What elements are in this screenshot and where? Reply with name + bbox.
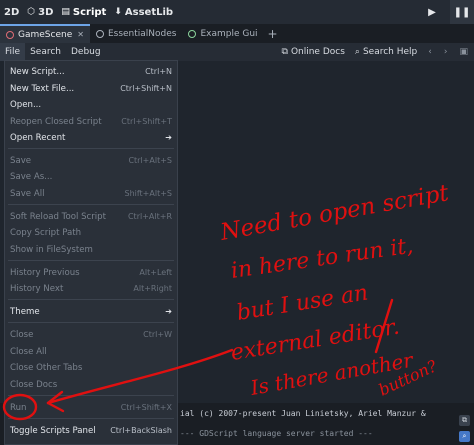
menu-item-toggle-scripts-panel[interactable]: Toggle Scripts Panel Ctrl+BackSlash: [5, 422, 177, 439]
menu-item-soft-reload[interactable]: Soft Reload Tool Script Ctrl+Alt+R: [5, 208, 177, 225]
script-icon: ▤: [61, 7, 70, 17]
tab-example-gui[interactable]: Example Gui: [182, 24, 263, 43]
tab-gamescene[interactable]: GameScene ✕: [0, 24, 90, 43]
forward-icon[interactable]: ›: [438, 47, 454, 57]
menu-item-reopen-closed[interactable]: Reopen Closed Script Ctrl+Shift+T: [5, 113, 177, 130]
add-tab-button[interactable]: +: [264, 24, 282, 43]
3d-icon: ⬡: [27, 7, 36, 17]
search-icon[interactable]: ⌕: [459, 431, 470, 442]
chevron-right-icon: ➔: [165, 307, 172, 316]
script-menubar: File Search Debug ⧉ Online Docs ⌕ Search H…: [0, 43, 474, 61]
menu-item-copy-script-path[interactable]: Copy Script Path: [5, 224, 177, 241]
menu-separator: [8, 322, 174, 323]
pause-icon[interactable]: ❚❚: [450, 0, 474, 24]
menu-item-run[interactable]: Run Ctrl+Shift+X: [5, 399, 177, 416]
workspace-assetlib-button[interactable]: ⬇ AssetLib: [110, 0, 177, 24]
workspace-3d-button[interactable]: ⬡ 3D: [23, 0, 57, 24]
workspace-2d-button[interactable]: 2D: [0, 0, 23, 24]
menu-item-open-recent[interactable]: Open Recent ➔: [5, 129, 177, 146]
play-icon[interactable]: ▶: [424, 4, 440, 20]
menu-search[interactable]: Search: [25, 43, 66, 61]
menu-item-open[interactable]: Open...: [5, 96, 177, 113]
menu-item-save-all[interactable]: Save All Shift+Alt+S: [5, 185, 177, 202]
workspace-bar: 2D ⬡ 3D ▤ Script ⬇ AssetLib ▶ ❚❚: [0, 0, 474, 24]
assetlib-icon: ⬇: [114, 7, 122, 17]
search-icon: ⌕: [354, 47, 360, 57]
menu-item-history-next[interactable]: History Next Alt+Right: [5, 280, 177, 297]
menu-debug[interactable]: Debug: [66, 43, 106, 61]
chevron-right-icon: ➔: [165, 133, 172, 142]
menu-item-show-in-filesystem[interactable]: Show in FileSystem: [5, 241, 177, 258]
search-help-button[interactable]: ⌕ Search Help: [350, 47, 422, 57]
external-link-icon: ⧉: [281, 47, 288, 57]
menu-separator: [8, 395, 174, 396]
scene-icon: [6, 30, 14, 39]
menu-separator: [8, 299, 174, 300]
menu-separator: [8, 204, 174, 205]
console-line: ial (c) 2007-present Juan Linietsky, Ari…: [180, 409, 426, 418]
menu-separator: [8, 148, 174, 149]
menu-separator: [8, 418, 174, 419]
workspace-script-button[interactable]: ▤ Script: [57, 0, 110, 24]
layout-icon[interactable]: ▣: [453, 47, 474, 57]
back-icon[interactable]: ‹: [422, 47, 438, 57]
menu-item-close[interactable]: Close Ctrl+W: [5, 326, 177, 343]
scene-icon: [95, 29, 104, 38]
close-icon[interactable]: ✕: [77, 30, 84, 39]
menu-item-close-all[interactable]: Close All: [5, 343, 177, 360]
menu-item-new-text-file[interactable]: New Text File... Ctrl+Shift+N: [5, 80, 177, 97]
menu-separator: [8, 260, 174, 261]
copy-icon[interactable]: ⧉: [459, 415, 470, 426]
menu-item-new-script[interactable]: New Script... Ctrl+N: [5, 63, 177, 80]
menu-item-theme[interactable]: Theme ➔: [5, 303, 177, 320]
scene-icon: [188, 29, 197, 38]
menu-file[interactable]: File: [0, 43, 26, 61]
menu-item-close-docs[interactable]: Close Docs: [5, 376, 177, 393]
online-docs-button[interactable]: ⧉ Online Docs: [277, 47, 350, 57]
menu-item-history-previous[interactable]: History Previous Alt+Left: [5, 264, 177, 281]
menu-item-close-other-tabs[interactable]: Close Other Tabs: [5, 359, 177, 376]
tab-essentialnodes[interactable]: EssentialNodes: [90, 24, 183, 43]
console-line: --- GDScript language server started ---: [180, 429, 373, 438]
scene-tabs: GameScene ✕ EssentialNodes Example Gui +: [0, 24, 474, 43]
menu-item-save[interactable]: Save Ctrl+Alt+S: [5, 152, 177, 169]
file-menu-dropdown: New Script... Ctrl+N New Text File... Ctrl…: [4, 60, 178, 445]
menu-item-save-as[interactable]: Save As...: [5, 168, 177, 185]
